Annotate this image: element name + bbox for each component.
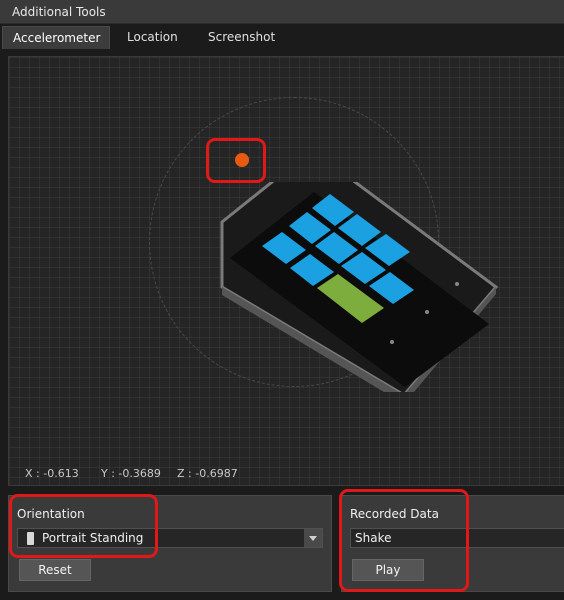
phone-windows-button bbox=[425, 310, 429, 314]
phone-icon bbox=[27, 532, 34, 545]
orientation-label: Orientation bbox=[17, 507, 85, 521]
tab-accelerometer[interactable]: Accelerometer bbox=[2, 26, 110, 49]
tab-location[interactable]: Location bbox=[117, 26, 188, 49]
orientation-panel: Orientation Portrait Standing Reset bbox=[8, 495, 332, 592]
accelerometer-viewport[interactable]: X : -0.613 Y : -0.3689 Z : -0.6987 bbox=[8, 56, 564, 486]
orientation-dot[interactable] bbox=[235, 153, 249, 167]
z-readout: Z : -0.6987 bbox=[177, 467, 238, 480]
orientation-select[interactable]: Portrait Standing bbox=[17, 528, 323, 548]
phone-model[interactable] bbox=[214, 182, 514, 392]
x-readout: X : -0.613 bbox=[25, 467, 79, 480]
recorded-data-label: Recorded Data bbox=[350, 507, 439, 521]
y-readout: Y : -0.3689 bbox=[101, 467, 161, 480]
chevron-down-icon[interactable] bbox=[304, 529, 322, 547]
phone-back-button bbox=[390, 340, 394, 344]
recorded-data-select[interactable]: Shake bbox=[350, 528, 564, 548]
tab-bar: Accelerometer Location Screenshot bbox=[0, 24, 564, 49]
window-title: Additional Tools bbox=[0, 0, 564, 24]
play-button[interactable]: Play bbox=[352, 559, 424, 581]
recorded-data-panel: Recorded Data Shake Play bbox=[341, 495, 564, 592]
orientation-selected: Portrait Standing bbox=[42, 531, 144, 545]
reset-button[interactable]: Reset bbox=[19, 559, 91, 581]
tab-screenshot[interactable]: Screenshot bbox=[198, 26, 285, 49]
phone-search-button bbox=[455, 282, 459, 286]
